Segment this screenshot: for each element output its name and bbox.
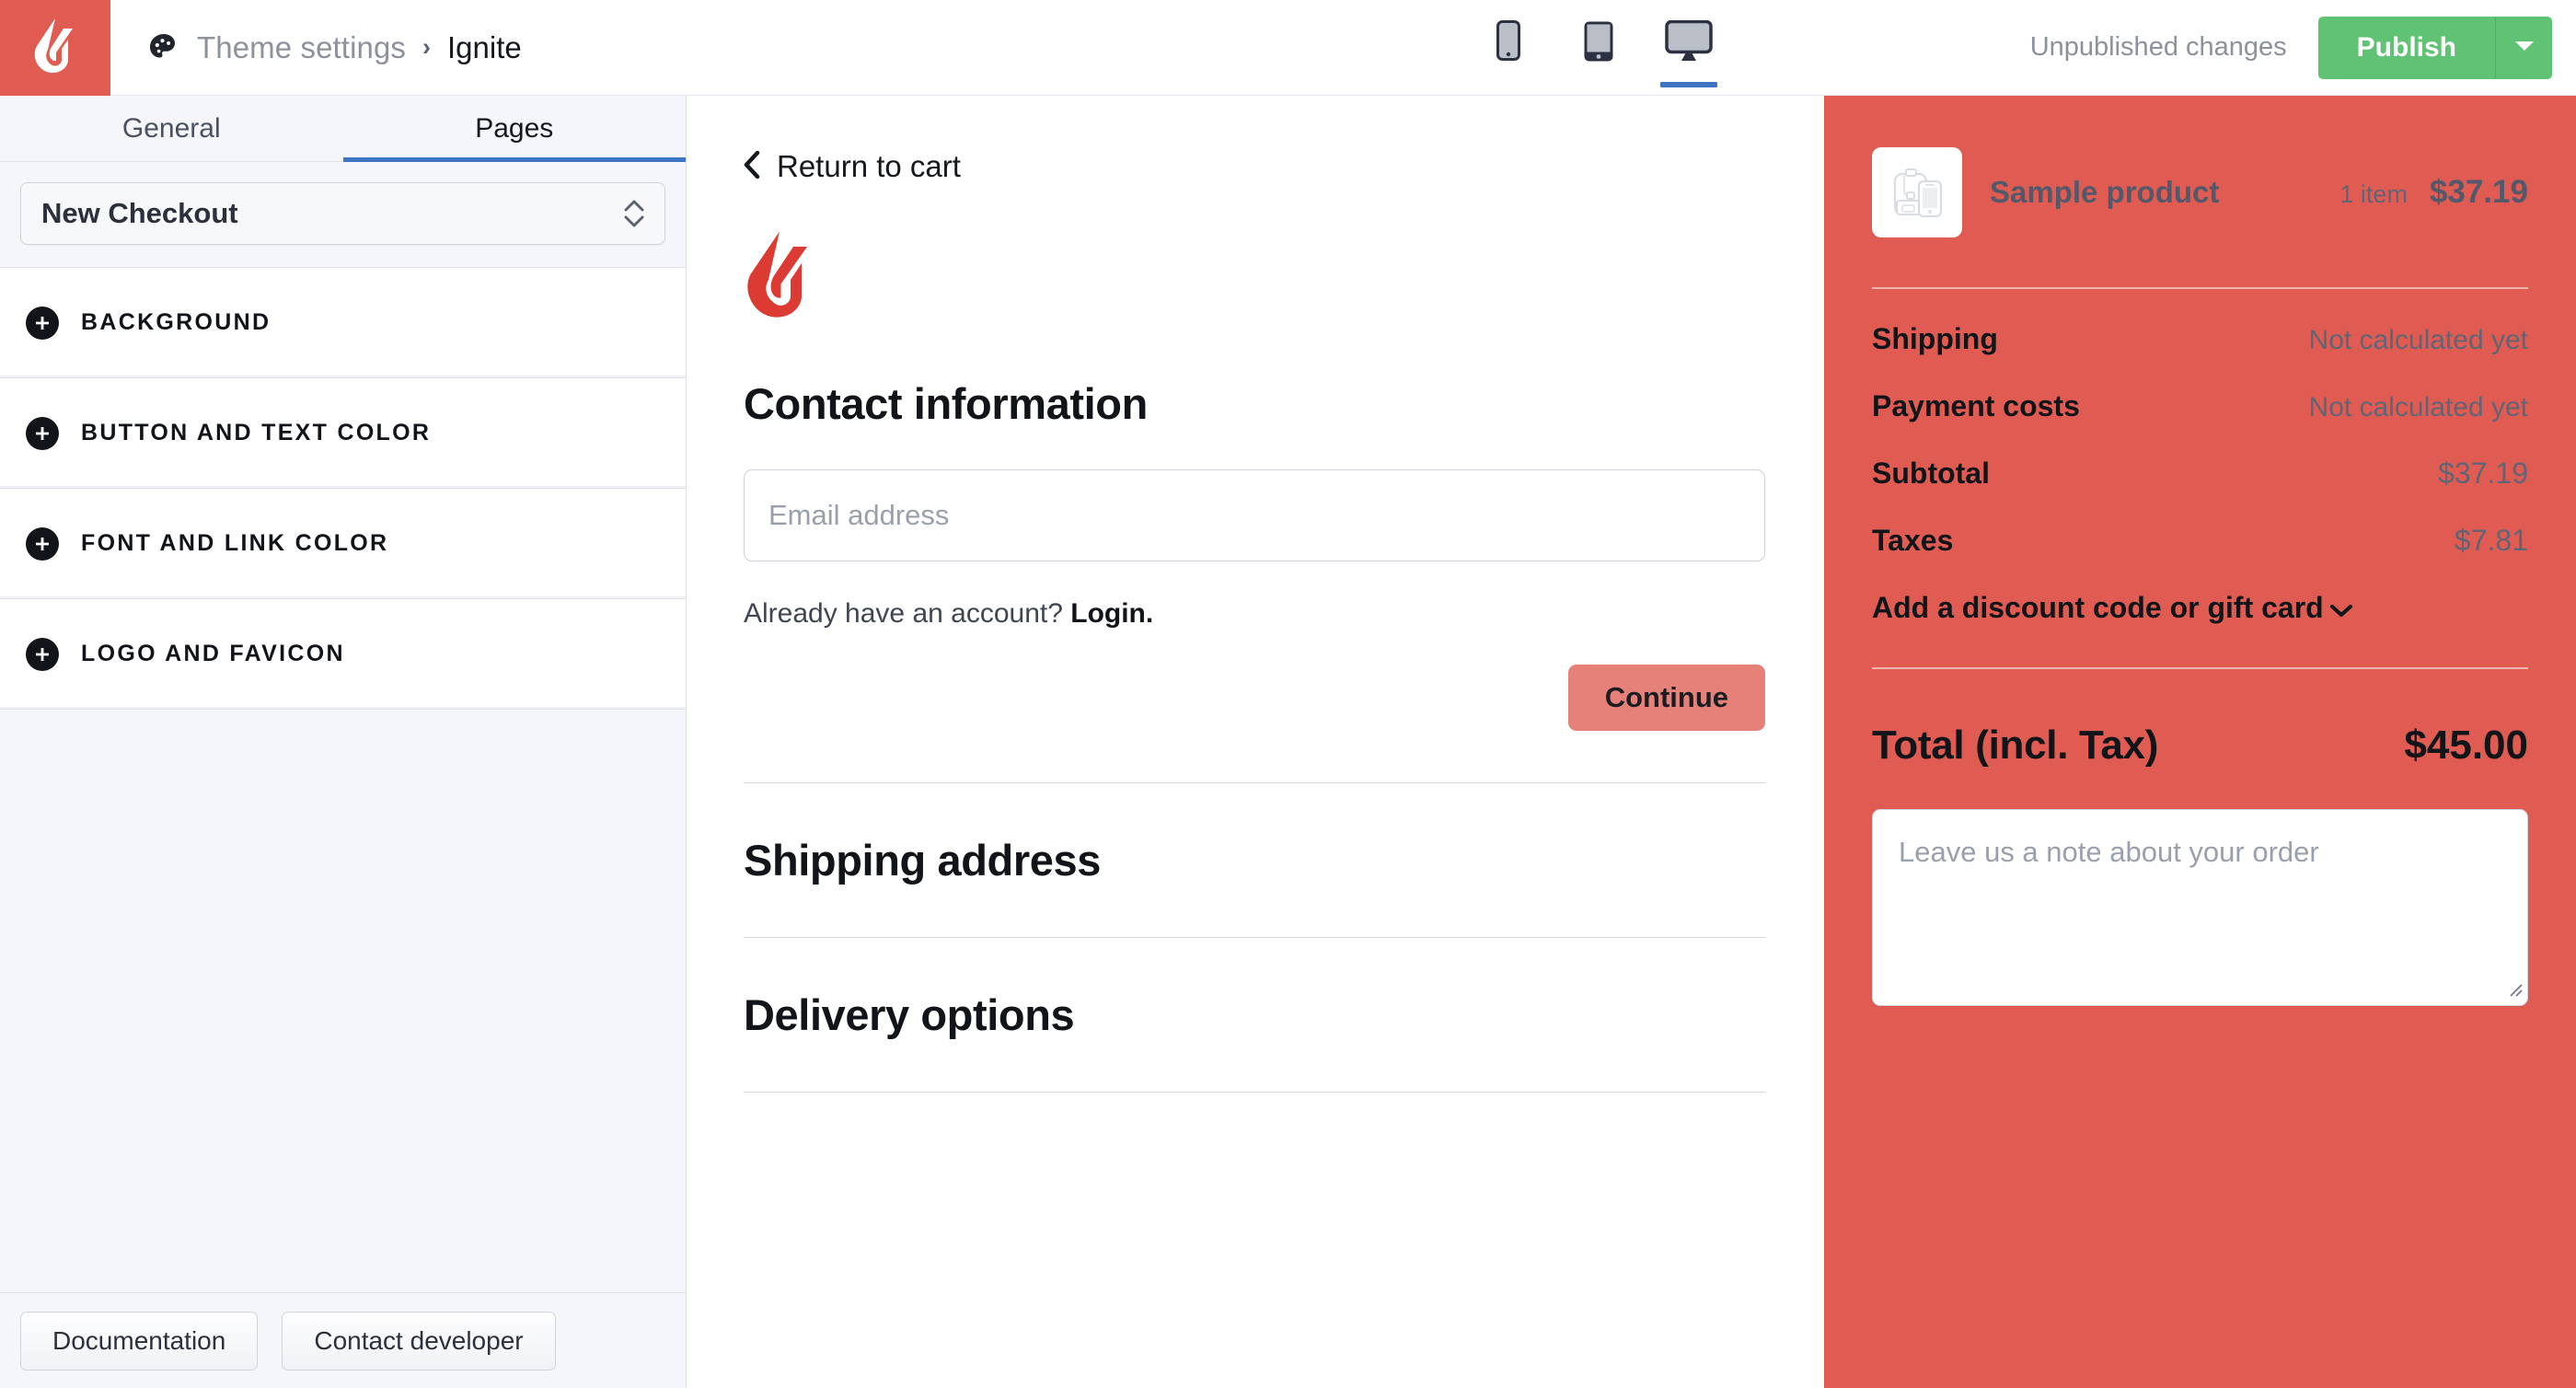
publish-dropdown-button[interactable] xyxy=(2495,16,2552,79)
summary-row-shipping: Shipping Not calculated yet xyxy=(1872,322,2528,356)
delivery-options-title: Delivery options xyxy=(744,990,1075,1039)
contact-information-title: Contact information xyxy=(744,379,1148,428)
add-discount-code-label: Add a discount code or gift card xyxy=(1872,591,2324,624)
tab-general[interactable]: General xyxy=(0,96,343,161)
page-select-wrapper: New Checkout xyxy=(0,162,686,268)
mobile-icon xyxy=(1496,20,1520,65)
device-desktop-button[interactable] xyxy=(1659,19,1717,93)
topbar-actions: Unpublished changes Publish xyxy=(2030,0,2576,95)
accordion-item-logo-and-favicon[interactable]: LOGO AND FAVICON xyxy=(0,599,686,710)
contact-developer-button[interactable]: Contact developer xyxy=(282,1311,556,1371)
return-to-cart-label: Return to cart xyxy=(777,149,961,183)
breadcrumb: Theme settings › Ignite xyxy=(110,0,1480,95)
product-name-link[interactable]: Sample product xyxy=(1990,175,2219,210)
order-note-placeholder: Leave us a note about your order xyxy=(1899,836,2319,868)
accordion-item-button-and-text-color[interactable]: BUTTON AND TEXT COLOR xyxy=(0,378,686,489)
chevron-down-icon xyxy=(2329,591,2353,625)
summary-row-taxes: Taxes $7.81 xyxy=(1872,524,2528,558)
chevron-left-icon xyxy=(744,150,760,183)
publish-button-group: Publish xyxy=(2317,16,2552,79)
email-input[interactable]: Email address xyxy=(744,469,1765,561)
summary-row-value: Not calculated yet xyxy=(2308,325,2528,355)
login-prompt-text: Already have an account? xyxy=(744,598,1071,629)
palette-icon xyxy=(147,31,180,64)
sidebar-empty-space xyxy=(0,710,686,1292)
summary-row-label: Shipping xyxy=(1872,322,1998,355)
accordion-label: LOGO AND FAVICON xyxy=(81,641,345,666)
breadcrumb-separator: › xyxy=(422,33,432,61)
device-switcher xyxy=(1480,0,1717,95)
accordion-label: BACKGROUND xyxy=(81,309,271,335)
add-discount-code-toggle[interactable]: Add a discount code or gift card xyxy=(1872,591,2528,625)
backpack-phone-placeholder-icon xyxy=(1872,147,1962,237)
login-link[interactable]: Login. xyxy=(1070,598,1153,629)
page-select[interactable]: New Checkout xyxy=(20,182,665,245)
plus-circle-icon xyxy=(26,637,59,671)
shipping-address-title: Shipping address xyxy=(744,836,1101,885)
order-total-value: $45.00 xyxy=(2404,723,2528,768)
lightspeed-flame-logo[interactable] xyxy=(687,184,1824,325)
tablet-icon xyxy=(1583,20,1614,67)
breadcrumb-parent[interactable]: Theme settings xyxy=(197,30,406,65)
summary-row-value: Not calculated yet xyxy=(2308,392,2528,422)
order-total-row: Total (incl. Tax) $45.00 xyxy=(1872,723,2528,769)
continue-row: Continue xyxy=(744,665,1765,731)
summary-row-label: Taxes xyxy=(1872,524,1954,557)
accordion-label: FONT AND LINK COLOR xyxy=(81,530,389,556)
delivery-options-section: Delivery options xyxy=(687,938,1824,1040)
summary-divider xyxy=(1872,287,2528,289)
plus-circle-icon xyxy=(26,416,59,450)
contact-information-section: Contact information Email address Alread… xyxy=(687,325,1824,731)
summary-row-label: Subtotal xyxy=(1872,457,1990,490)
continue-button[interactable]: Continue xyxy=(1567,665,1765,731)
accordion-item-background[interactable]: BACKGROUND xyxy=(0,268,686,378)
summary-row-value: $37.19 xyxy=(2438,457,2528,490)
device-tablet-button[interactable] xyxy=(1570,20,1627,93)
device-tablet-underline xyxy=(1570,82,1627,87)
sidebar-footer: Documentation Contact developer xyxy=(0,1292,686,1388)
caret-down-icon xyxy=(2514,37,2535,58)
product-quantity: 1 item xyxy=(2339,180,2408,208)
sidebar-tabs: General Pages xyxy=(0,96,686,162)
documentation-button[interactable]: Documentation xyxy=(20,1311,259,1371)
login-prompt: Already have an account? Login. xyxy=(744,598,1767,630)
summary-divider xyxy=(1872,667,2528,669)
summary-row-label: Payment costs xyxy=(1872,389,2080,422)
theme-settings-sidebar: General Pages New Checkout BACKGROUND BU… xyxy=(0,96,687,1388)
accordion-label: BUTTON AND TEXT COLOR xyxy=(81,420,432,445)
order-summary-panel: Sample product 1 item $37.19 Shipping No… xyxy=(1824,96,2576,1388)
page-select-value: New Checkout xyxy=(41,197,238,229)
summary-row-subtotal: Subtotal $37.19 xyxy=(1872,457,2528,491)
settings-accordion: BACKGROUND BUTTON AND TEXT COLOR FONT AN… xyxy=(0,268,686,710)
desktop-icon xyxy=(1664,19,1713,67)
summary-row-value: $7.81 xyxy=(2454,524,2528,557)
checkout-preview: Return to cart Contact information Email… xyxy=(687,96,1824,1388)
product-price: $37.19 xyxy=(2429,174,2528,210)
resize-handle-icon[interactable] xyxy=(2505,979,2524,1002)
unpublished-changes-status: Unpublished changes xyxy=(2029,32,2287,62)
tab-pages[interactable]: Pages xyxy=(342,96,687,162)
top-bar: Theme settings › Ignite Unpublished chan… xyxy=(0,0,2576,96)
publish-button[interactable]: Publish xyxy=(2317,16,2495,79)
device-desktop-underline xyxy=(1659,82,1717,87)
plus-circle-icon xyxy=(26,306,59,340)
order-summary-lines: Shipping Not calculated yet Payment cost… xyxy=(1872,322,2528,625)
order-summary-product-row: Sample product 1 item $37.19 xyxy=(1872,147,2528,237)
section-divider xyxy=(744,1092,1765,1093)
product-price-group: 1 item $37.19 xyxy=(2339,174,2528,211)
breadcrumb-current: Ignite xyxy=(447,29,522,64)
order-note-textarea[interactable]: Leave us a note about your order xyxy=(1872,809,2528,1006)
device-mobile-underline xyxy=(1480,80,1537,86)
lightspeed-flame-icon xyxy=(31,17,79,79)
device-mobile-button[interactable] xyxy=(1480,20,1537,91)
plus-circle-icon xyxy=(26,526,59,561)
up-down-chevron-icon xyxy=(624,200,644,227)
shipping-address-section: Shipping address xyxy=(687,783,1824,885)
return-to-cart-link[interactable]: Return to cart xyxy=(687,96,1824,184)
summary-row-payment-costs: Payment costs Not calculated yet xyxy=(1872,389,2528,423)
accordion-item-font-and-link-color[interactable]: FONT AND LINK COLOR xyxy=(0,489,686,599)
email-input-placeholder: Email address xyxy=(768,499,950,531)
order-total-label: Total (incl. Tax) xyxy=(1872,723,2159,768)
app-logo-tile[interactable] xyxy=(0,0,110,96)
